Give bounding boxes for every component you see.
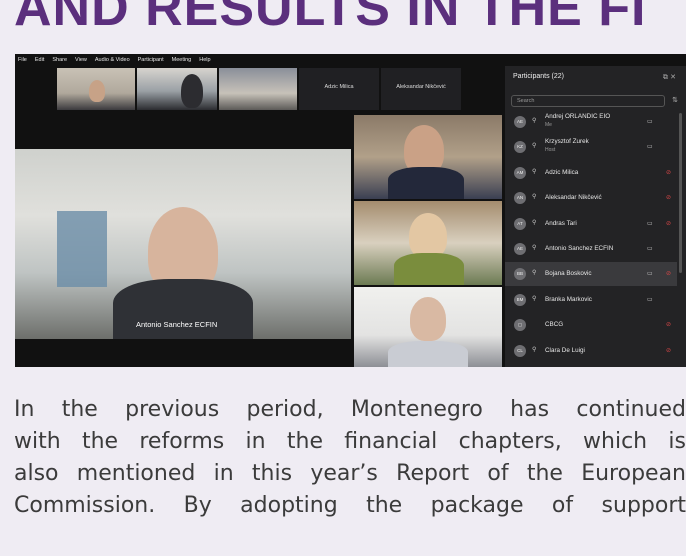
participant-name: Bojana Boskovic — [545, 270, 592, 278]
camera-icon[interactable]: ▭ — [647, 245, 653, 252]
avatar: BM — [514, 293, 526, 306]
participant-row[interactable]: AN ⚲ Aleksandar Nikčević ⊘ — [505, 186, 677, 210]
menu-share[interactable]: Share — [52, 54, 67, 66]
muted-mic-icon[interactable]: ⊘ — [666, 347, 671, 354]
participant-row[interactable]: BB ⚲ Bojana Boskovic ▭ ⊘ — [505, 262, 677, 287]
article-body: In the previous period, Montenegro has c… — [14, 394, 686, 522]
camera-icon[interactable]: ▭ — [647, 143, 653, 150]
avatar: AT — [514, 217, 526, 230]
participant-row[interactable]: BM ⚲ Branka Markovic ▭ — [505, 288, 677, 312]
participants-panel: Participants (22) ⧉ ✕ Search ⇅ AE ⚲ Andrej… — [505, 66, 686, 367]
menu-help[interactable]: Help — [199, 54, 210, 66]
camera-icon[interactable]: ▭ — [647, 296, 653, 303]
body-line: Commission. By adopting the package of s… — [14, 493, 686, 518]
menu-audio-video[interactable]: Audio & Video — [95, 54, 130, 66]
menu-view[interactable]: View — [75, 54, 87, 66]
body-line: also mentioned in this year’s Report of … — [14, 461, 686, 486]
video-tile[interactable] — [219, 68, 297, 110]
muted-mic-icon[interactable]: ⊘ — [666, 194, 671, 201]
avatar: AE — [514, 243, 526, 255]
muted-mic-icon[interactable]: ⊘ — [666, 321, 671, 328]
body-line: In the previous period, Montenegro has c… — [14, 397, 686, 422]
camera-icon[interactable]: ▭ — [647, 118, 653, 125]
avatar: AE — [514, 116, 526, 128]
connection-icon: ⚲ — [532, 167, 537, 175]
connection-icon: ⚲ — [532, 193, 537, 201]
avatar: AM — [514, 166, 526, 179]
video-call-screenshot: File Edit Share View Audio & Video Parti… — [15, 54, 686, 367]
participant-name: Branka Markovic — [545, 295, 592, 303]
participant-search-input[interactable]: Search — [511, 95, 665, 107]
menu-meeting[interactable]: Meeting — [172, 54, 192, 66]
video-tile[interactable] — [57, 68, 135, 110]
camera-icon[interactable]: ▭ — [647, 220, 653, 227]
video-tile[interactable] — [137, 68, 217, 110]
participant-name: CBCG — [545, 321, 564, 329]
video-tile-adzic-milica[interactable]: Adzic Milica — [299, 68, 379, 110]
menu-bar: File Edit Share View Audio & Video Parti… — [15, 54, 505, 66]
video-tile[interactable] — [354, 201, 502, 285]
menu-file[interactable]: File — [18, 54, 27, 66]
menu-participant[interactable]: Participant — [138, 54, 164, 66]
avatar: KZ — [514, 141, 526, 154]
video-tile[interactable] — [354, 287, 502, 367]
connection-icon: ⚲ — [532, 117, 537, 124]
tile-name: Aleksandar Nikčević — [396, 84, 446, 90]
participant-name: Krzysztof Zurek — [545, 138, 589, 146]
participant-role: Me — [545, 122, 552, 128]
muted-mic-icon[interactable]: ⊘ — [666, 169, 671, 176]
avatar: AN — [514, 192, 526, 205]
connection-icon: ⚲ — [532, 269, 537, 277]
participant-row[interactable]: CL ⚲ Clara De Luigi ⊘ — [505, 339, 677, 363]
avatar: BB — [514, 268, 526, 281]
menu-edit[interactable]: Edit — [35, 54, 44, 66]
participant-name: Adzic Milica — [545, 168, 579, 176]
participant-name: Andrej ORLANDIC EIO — [545, 113, 611, 120]
connection-icon: ⚲ — [532, 345, 537, 353]
participant-row[interactable]: AE ⚲ Antonio Sanchez ECFIN ▭ — [505, 237, 677, 261]
participant-row[interactable]: KZ ⚲ Krzysztof Zurek Host ▭ — [505, 135, 677, 159]
avatar: CL — [514, 344, 526, 357]
connection-icon: ⚲ — [532, 218, 537, 226]
participant-name: Antonio Sanchez ECFIN — [545, 245, 614, 252]
participant-row[interactable]: AE ⚲ Andrej ORLANDIC EIO Me ▭ — [505, 110, 677, 134]
main-video-label: Antonio Sanchez ECFIN — [136, 320, 218, 329]
participant-row[interactable]: ▢ CBCG ⊘ — [505, 313, 677, 337]
participant-row[interactable]: AT ⚲ Andras Tari ▭ ⊘ — [505, 212, 677, 236]
connection-icon: ⚲ — [532, 142, 537, 150]
muted-mic-icon[interactable]: ⊘ — [666, 270, 671, 277]
body-line: with the reforms in the financial chapte… — [14, 429, 686, 454]
participant-name: Andras Tari — [545, 219, 577, 227]
video-tile[interactable] — [354, 115, 502, 199]
video-tile-aleksandar[interactable]: Aleksandar Nikčević — [381, 68, 461, 110]
sort-icon[interactable]: ⇅ — [672, 96, 678, 104]
participant-row[interactable]: AM ⚲ Adzic Milica ⊘ — [505, 161, 677, 185]
panel-controls[interactable]: ⧉ ✕ — [663, 73, 676, 82]
participant-name: Aleksandar Nikčević — [545, 194, 602, 202]
participants-title[interactable]: Participants (22) — [513, 73, 564, 80]
main-video[interactable]: Antonio Sanchez ECFIN — [15, 149, 351, 339]
connection-icon: ⚲ — [532, 294, 537, 302]
scrollbar[interactable] — [679, 113, 682, 273]
participant-role: Host — [545, 147, 556, 154]
muted-mic-icon[interactable]: ⊘ — [666, 220, 671, 227]
connection-icon: ⚲ — [532, 244, 537, 251]
tile-name: Adzic Milica — [324, 84, 354, 90]
headline: AND RESULTS IN THE FI — [14, 0, 647, 37]
participant-name: Clara De Luigi — [545, 346, 585, 354]
camera-icon[interactable]: ▭ — [647, 270, 653, 277]
avatar: ▢ — [514, 319, 526, 332]
